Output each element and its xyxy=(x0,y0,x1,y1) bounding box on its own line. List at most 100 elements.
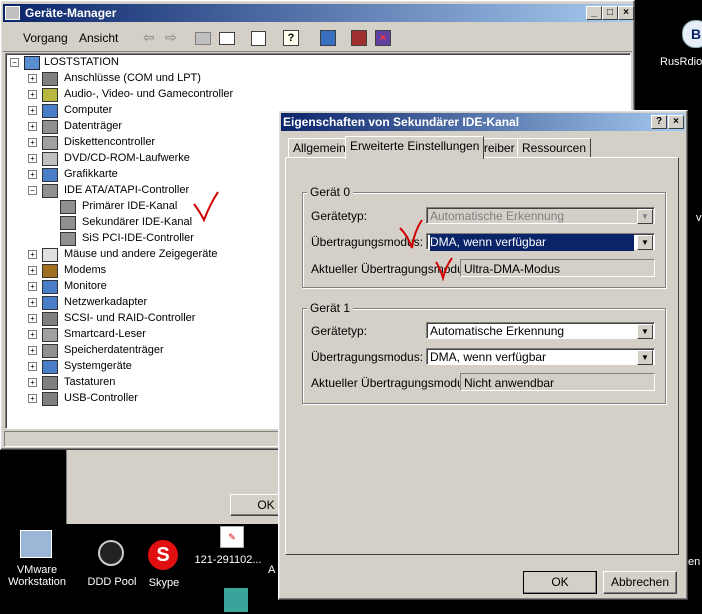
devmgr-titlebar[interactable]: Geräte-Manager _ □ × xyxy=(3,4,634,22)
expand-toggle[interactable]: + xyxy=(28,266,37,275)
expand-toggle[interactable]: + xyxy=(28,298,37,307)
desktop-clip-text: A xyxy=(268,564,276,576)
expand-toggle[interactable]: + xyxy=(28,122,37,131)
dialog-close-button[interactable]: × xyxy=(668,115,684,129)
tree-item-label: DVD/CD-ROM-Laufwerke xyxy=(64,152,190,164)
expand-toggle[interactable]: + xyxy=(28,314,37,323)
uebertragungsmodus-1-value: DMA, wenn verfügbar xyxy=(430,350,547,364)
desktop-rusrdio-icon[interactable]: B xyxy=(678,20,702,50)
tree-item-label: Modems xyxy=(64,264,107,276)
desktop-icon-pdf[interactable]: ✎ 121-291102... xyxy=(188,526,268,568)
menu-vorgang[interactable]: Vorgang xyxy=(23,31,68,45)
expand-toggle[interactable]: + xyxy=(28,378,37,387)
collapse-toggle[interactable]: − xyxy=(28,186,37,195)
chevron-down-icon: ▼ xyxy=(637,235,653,250)
uebertragungsmodus-label: Übertragungsmodus: xyxy=(311,350,424,364)
chevron-down-icon: ▼ xyxy=(637,350,653,365)
computer-icon xyxy=(24,56,40,70)
tree-item-label: Primärer IDE-Kanal xyxy=(82,200,178,212)
monitor-icon xyxy=(42,280,58,294)
uninstall-icon[interactable]: × xyxy=(375,30,391,46)
tab-erweiterte-einstellungen[interactable]: Erweiterte Einstellungen xyxy=(345,136,485,159)
desktop-clip-text: v xyxy=(696,212,702,224)
tree-item-label: Tastaturen xyxy=(64,376,116,388)
geraetetyp-1-select[interactable]: Automatische Erkennung ▼ xyxy=(426,322,655,339)
expand-toggle[interactable]: + xyxy=(28,362,37,371)
group-geraet-0-title: Gerät 0 xyxy=(307,185,354,199)
tab-ressourcen[interactable]: Ressourcen xyxy=(517,138,592,157)
update-driver-icon[interactable] xyxy=(351,30,367,46)
computer-icon xyxy=(42,104,58,118)
scan-hardware-icon[interactable] xyxy=(320,30,336,46)
maximize-button[interactable]: □ xyxy=(602,6,618,20)
installer-icon xyxy=(224,588,248,612)
tree-item-label: Systemgeräte xyxy=(64,360,132,372)
desktop-icon-ddd-pool[interactable]: DDD Pool xyxy=(84,538,140,592)
aktueller-modus-label: Aktueller Übertragungsmodus: xyxy=(311,376,474,390)
ide-channel-icon xyxy=(60,216,76,230)
desktop-icon-skype[interactable]: S Skype xyxy=(138,538,190,592)
port-icon xyxy=(42,72,58,86)
menu-ansicht[interactable]: Ansicht xyxy=(79,31,118,45)
desktop-icon-label: DDD Pool xyxy=(87,576,137,588)
uebertragungsmodus-0-select[interactable]: DMA, wenn verfügbar ▼ xyxy=(426,233,655,251)
pdf-icon: ✎ xyxy=(220,526,244,548)
tree-item-label: IDE ATA/ATAPI-Controller xyxy=(64,184,190,196)
network-icon xyxy=(42,296,58,310)
console-tree-icon[interactable] xyxy=(219,32,235,45)
collapse-toggle[interactable]: − xyxy=(10,58,19,67)
skype-icon: S xyxy=(148,540,178,570)
properties-icon[interactable] xyxy=(251,31,266,46)
expand-toggle[interactable]: + xyxy=(28,170,37,179)
expand-toggle[interactable]: + xyxy=(28,394,37,403)
dialog-titlebar[interactable]: Eigenschaften von Sekundärer IDE-Kanal ?… xyxy=(281,113,685,131)
devmgr-toolbar: Vorgang Ansicht ⇦ ⇨ ? × xyxy=(3,25,632,52)
expand-toggle[interactable]: + xyxy=(28,106,37,115)
cancel-button[interactable]: Abbrechen xyxy=(603,571,677,594)
tree-item-label: SiS PCI-IDE-Controller xyxy=(82,232,194,244)
help-icon[interactable]: ? xyxy=(283,30,299,46)
desktop-icon-vmware[interactable]: VMware Workstation xyxy=(6,528,68,590)
ddd-pool-icon xyxy=(98,540,124,566)
storage-icon xyxy=(42,344,58,358)
close-button[interactable]: × xyxy=(618,6,634,20)
tree-item-label: Monitore xyxy=(64,280,107,292)
annotation-checkmark xyxy=(435,257,453,282)
chevron-down-icon: ▼ xyxy=(637,324,653,339)
uebertragungsmodus-1-select[interactable]: DMA, wenn verfügbar ▼ xyxy=(426,348,655,365)
tab-allgemein[interactable]: Allgemein xyxy=(288,138,351,157)
back-icon[interactable]: ⇦ xyxy=(143,29,155,46)
mouse-icon xyxy=(42,248,58,262)
expand-toggle[interactable]: + xyxy=(28,90,37,99)
expand-toggle[interactable]: + xyxy=(28,74,37,83)
expand-toggle[interactable]: + xyxy=(28,282,37,291)
expand-toggle[interactable]: + xyxy=(28,138,37,147)
expand-toggle[interactable]: + xyxy=(28,250,37,259)
expand-toggle[interactable]: + xyxy=(28,346,37,355)
minimize-button[interactable]: _ xyxy=(586,6,602,20)
audio-icon xyxy=(42,88,58,102)
geraetetyp-0-value: Automatische Erkennung xyxy=(430,209,565,223)
devmgr-title: Geräte-Manager xyxy=(25,6,117,20)
desktop-rusrdio-label: RusRdio xyxy=(660,56,702,68)
dialog-help-button[interactable]: ? xyxy=(651,115,667,129)
desktop-icon-partial[interactable] xyxy=(222,586,252,614)
tree-item-label: Diskettencontroller xyxy=(64,136,156,148)
expand-toggle[interactable]: + xyxy=(28,330,37,339)
geraetetyp-1-value: Automatische Erkennung xyxy=(430,324,565,338)
ide-channel-icon xyxy=(60,200,76,214)
tree-item-label: Audio-, Video- und Gamecontroller xyxy=(64,88,234,100)
tree-item-label: Computer xyxy=(64,104,113,116)
tree-item-label: Sekundärer IDE-Kanal xyxy=(82,216,193,228)
geraetetyp-label: Gerätetyp: xyxy=(311,209,368,223)
forward-icon[interactable]: ⇨ xyxy=(165,29,177,46)
tree-item-label: Anschlüsse (COM und LPT) xyxy=(64,72,201,84)
modem-icon xyxy=(42,264,58,278)
desktop-clip-text: en xyxy=(688,556,701,568)
folder-icon[interactable] xyxy=(195,32,211,45)
ok-button[interactable]: OK xyxy=(523,571,597,594)
expand-toggle[interactable]: + xyxy=(28,154,37,163)
geraetetyp-0-select[interactable]: Automatische Erkennung ▼ xyxy=(426,207,655,224)
desktop-icon-label: VMware Workstation xyxy=(8,564,66,588)
ide-channel-icon xyxy=(60,232,76,246)
